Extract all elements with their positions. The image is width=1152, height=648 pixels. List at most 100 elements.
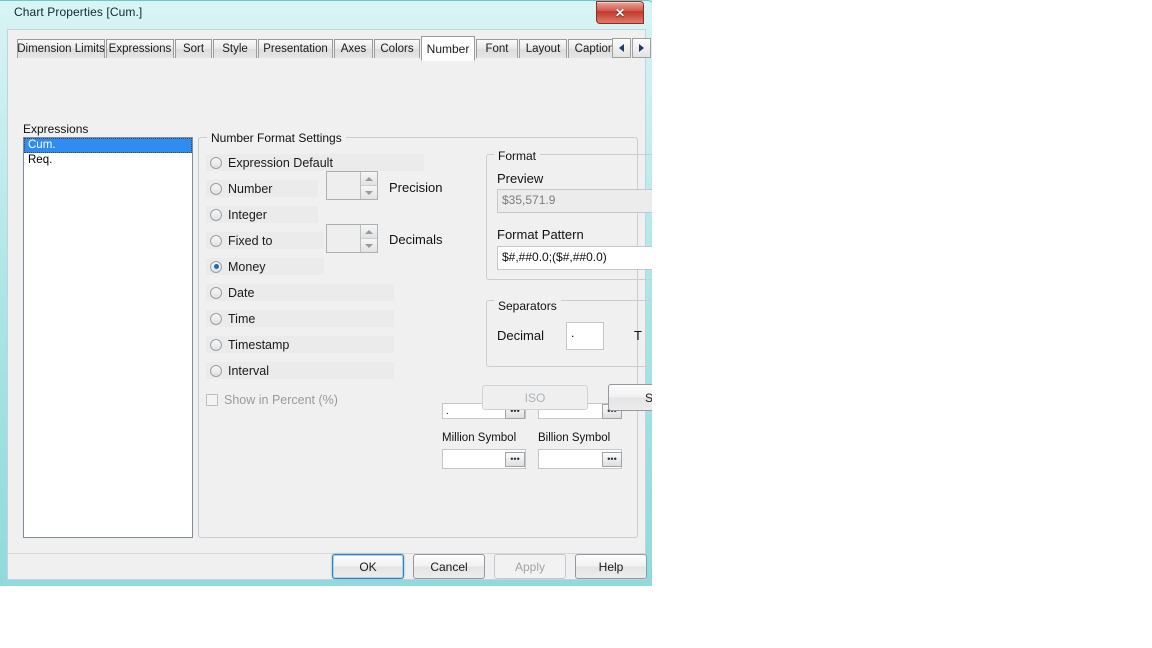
chevron-left-icon: [619, 44, 624, 52]
tab-presentation[interactable]: Presentation: [258, 39, 333, 59]
tab-sort[interactable]: Sort: [175, 39, 212, 59]
radio-button-icon[interactable]: [210, 156, 222, 169]
radio-button-icon[interactable]: [210, 260, 222, 273]
radio-button-icon[interactable]: [210, 234, 222, 247]
radio-timestamp[interactable]: Timestamp: [206, 336, 394, 353]
radio-button-icon[interactable]: [210, 312, 222, 325]
decimals-value[interactable]: [327, 225, 360, 252]
radio-label: Time: [228, 311, 256, 326]
radio-fixed-to[interactable]: Fixed to: [206, 232, 324, 249]
preview-label: Preview: [497, 171, 544, 186]
tab-label: Style: [222, 43, 248, 55]
tab-label: Dimension Limits: [17, 43, 105, 55]
dialog-footer: OK Cancel Apply Help: [8, 554, 647, 579]
list-item[interactable]: Req.: [24, 153, 192, 168]
radio-label: Integer: [228, 207, 267, 222]
precision-spin-buttons[interactable]: [360, 172, 377, 199]
tab-number[interactable]: Number: [421, 36, 475, 61]
spinner-up-button[interactable]: [361, 172, 377, 185]
radio-time[interactable]: Time: [206, 310, 394, 327]
tab-scroll-right-button[interactable]: [632, 38, 651, 58]
radio-label: Number: [228, 181, 273, 196]
checkbox-icon[interactable]: [206, 394, 218, 406]
radio-label: Date: [228, 285, 255, 300]
title-bar[interactable]: Chart Properties [Cum.] ✕: [0, 0, 652, 28]
radio-number[interactable]: Number: [206, 180, 318, 197]
apply-button: Apply: [494, 554, 566, 579]
triangle-up-icon: [365, 176, 373, 181]
precision-stepper[interactable]: [326, 171, 378, 200]
billion-symbol-label: Billion Symbol: [538, 432, 611, 444]
preview-value: $35,571.9: [497, 189, 652, 213]
tab-label: Font: [485, 43, 509, 55]
triangle-up-icon: [365, 229, 373, 234]
cancel-button[interactable]: Cancel: [413, 554, 485, 579]
triangle-down-icon: [365, 243, 373, 248]
chart-properties-window: Chart Properties [Cum.] ✕ Dimension Limi…: [0, 0, 652, 586]
tab-strip: Dimension Limits Expressions Sort Style …: [8, 36, 651, 64]
radio-money[interactable]: Money: [206, 258, 324, 275]
tab-style[interactable]: Style: [213, 39, 257, 59]
radio-expression-default[interactable]: Expression Default: [206, 154, 424, 171]
system-preset-button[interactable]: S: [608, 384, 652, 411]
billion-symbol-browse-button[interactable]: •••: [602, 452, 622, 467]
spinner-down-button[interactable]: [361, 238, 377, 252]
tab-label: Axes: [340, 43, 367, 55]
radio-button-icon[interactable]: [210, 364, 222, 377]
radio-button-icon[interactable]: [210, 338, 222, 351]
decimal-separator-label: Decimal: [497, 328, 544, 343]
radio-label: Interval: [228, 363, 269, 378]
triangle-down-icon: [365, 190, 373, 195]
tab-label: Colors: [380, 43, 414, 55]
number-tab-page: Expressions Cum. Req. Number Format Sett…: [8, 58, 652, 553]
radio-button-icon[interactable]: [210, 208, 222, 221]
radio-integer[interactable]: Integer: [206, 206, 318, 223]
number-format-settings-title: Number Format Settings: [207, 131, 346, 145]
list-item[interactable]: Cum.: [24, 138, 192, 153]
format-pattern-label: Format Pattern: [497, 227, 584, 242]
close-button[interactable]: ✕: [596, 1, 644, 24]
radio-label: Timestamp: [228, 337, 290, 352]
spinner-up-button[interactable]: [361, 225, 377, 238]
precision-label: Precision: [389, 180, 443, 195]
expressions-listbox[interactable]: Cum. Req.: [23, 137, 193, 538]
tab-label: Expressions: [108, 43, 172, 55]
million-symbol-browse-button[interactable]: •••: [505, 452, 525, 467]
ok-button[interactable]: OK: [332, 554, 404, 579]
chevron-right-icon: [639, 44, 644, 52]
radio-button-icon[interactable]: [210, 286, 222, 299]
tab-label: Number: [426, 41, 470, 56]
tab-axes[interactable]: Axes: [334, 39, 373, 59]
radio-label: Money: [228, 259, 266, 274]
million-symbol-label: Million Symbol: [442, 432, 517, 444]
radio-button-icon[interactable]: [210, 182, 222, 195]
tab-expressions[interactable]: Expressions: [106, 39, 174, 59]
show-in-percent-checkbox-row[interactable]: Show in Percent (%): [206, 393, 338, 407]
format-pattern-input[interactable]: $#,##0.0;($#,##0.0): [497, 246, 652, 270]
spinner-down-button[interactable]: [361, 185, 377, 199]
tab-colors[interactable]: Colors: [374, 39, 420, 59]
decimals-spin-buttons[interactable]: [360, 225, 377, 252]
help-button[interactable]: Help: [575, 554, 647, 579]
tab-label: Sort: [182, 43, 205, 55]
expressions-label: Expressions: [23, 122, 89, 136]
show-in-percent-label: Show in Percent (%): [224, 393, 338, 407]
radio-interval[interactable]: Interval: [206, 362, 394, 379]
tab-font[interactable]: Font: [476, 39, 518, 59]
radio-label: Expression Default: [228, 155, 333, 170]
separators-group-title: Separators: [494, 299, 561, 313]
tab-label: Layout: [525, 43, 561, 55]
precision-value[interactable]: [327, 172, 360, 199]
thousand-separator-label: T: [634, 328, 642, 343]
tab-scroll-left-button[interactable]: [612, 38, 631, 58]
tab-label: Caption: [574, 43, 615, 55]
decimal-separator-input[interactable]: .: [566, 322, 604, 350]
iso-preset-button[interactable]: ISO: [482, 385, 588, 410]
format-group-title: Format: [494, 149, 541, 163]
tab-label: Presentation: [263, 43, 328, 55]
decimals-stepper[interactable]: [326, 224, 378, 253]
radio-date[interactable]: Date: [206, 284, 394, 301]
window-title: Chart Properties [Cum.]: [14, 5, 143, 19]
tab-dimension-limits[interactable]: Dimension Limits: [17, 39, 105, 59]
tab-layout[interactable]: Layout: [519, 39, 567, 59]
